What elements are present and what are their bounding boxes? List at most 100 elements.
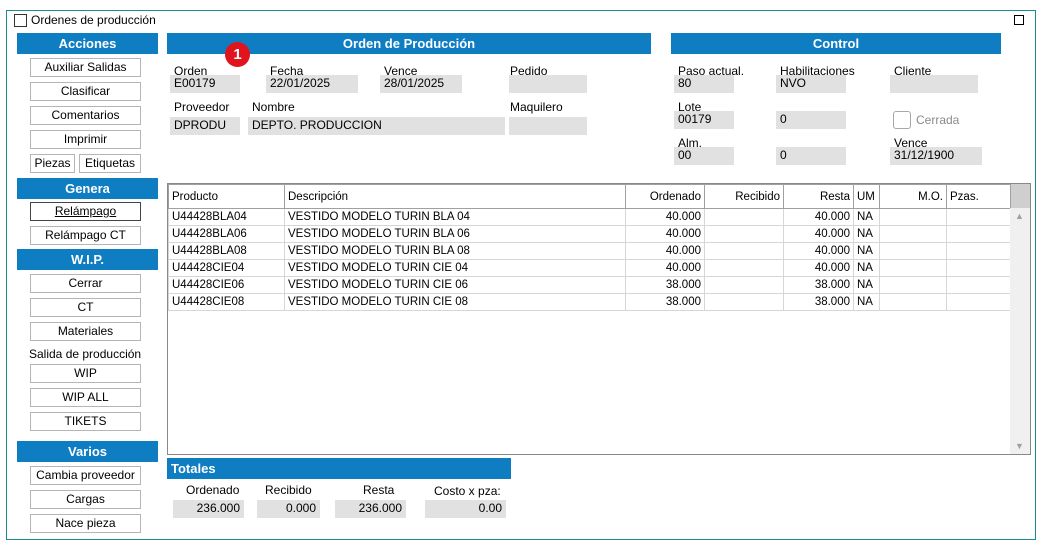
lote-extra-field[interactable]: 0 <box>776 111 846 129</box>
cell-recibido[interactable] <box>704 293 784 311</box>
cell-um[interactable]: NA <box>853 225 880 243</box>
fecha-field[interactable]: 22/01/2025 <box>266 75 358 93</box>
table-row[interactable]: U44428BLA04 VESTIDO MODELO TURIN BLA 04 … <box>168 208 1011 226</box>
cliente-field[interactable] <box>890 75 978 93</box>
table-row[interactable]: U44428BLA06 VESTIDO MODELO TURIN BLA 06 … <box>168 225 1011 243</box>
etiquetas-button[interactable]: Etiquetas <box>79 154 141 173</box>
auxiliar-salidas-button[interactable]: Auxiliar Salidas <box>30 58 141 77</box>
cell-mo[interactable] <box>879 225 947 243</box>
table-row[interactable]: U44428CIE08 VESTIDO MODELO TURIN CIE 08 … <box>168 293 1011 311</box>
cell-resta[interactable]: 38.000 <box>783 293 854 311</box>
production-items-grid[interactable]: Producto Descripción Ordenado Recibido R… <box>167 183 1031 455</box>
cell-recibido[interactable] <box>704 208 784 226</box>
cell-producto[interactable]: U44428CIE06 <box>168 276 285 294</box>
nace-pieza-button[interactable]: Nace pieza <box>30 514 141 533</box>
tikets-button[interactable]: TIKETS <box>30 412 141 431</box>
maximize-icon[interactable] <box>1014 15 1024 25</box>
cell-recibido[interactable] <box>704 225 784 243</box>
col-mo-header[interactable]: M.O. <box>879 184 947 209</box>
alm-extra-field[interactable]: 0 <box>776 147 846 165</box>
cell-recibido[interactable] <box>704 242 784 260</box>
cell-um[interactable]: NA <box>853 208 880 226</box>
maquilero-field[interactable] <box>509 117 587 135</box>
cell-descripcion[interactable]: VESTIDO MODELO TURIN BLA 04 <box>284 208 626 226</box>
total-recibido-field[interactable]: 0.000 <box>257 500 320 518</box>
habilitaciones-field[interactable]: NVO <box>776 75 846 93</box>
table-row[interactable]: U44428CIE04 VESTIDO MODELO TURIN CIE 04 … <box>168 259 1011 277</box>
cell-ordenado[interactable]: 38.000 <box>625 276 705 294</box>
vence-field[interactable]: 28/01/2025 <box>380 75 462 93</box>
cargas-button[interactable]: Cargas <box>30 490 141 509</box>
cerrada-checkbox-box[interactable] <box>893 111 911 129</box>
cell-producto[interactable]: U44428BLA06 <box>168 225 285 243</box>
cell-ordenado[interactable]: 40.000 <box>625 259 705 277</box>
imprimir-button[interactable]: Imprimir <box>30 130 141 149</box>
col-descripcion-header[interactable]: Descripción <box>284 184 626 209</box>
cell-pzas[interactable] <box>946 293 1011 311</box>
window-checkbox[interactable] <box>14 13 27 27</box>
cell-descripcion[interactable]: VESTIDO MODELO TURIN CIE 06 <box>284 276 626 294</box>
cerrar-button[interactable]: Cerrar <box>30 274 141 293</box>
piezas-button[interactable]: Piezas <box>30 154 75 173</box>
col-pzas-header[interactable]: Pzas. <box>946 184 1011 209</box>
cell-mo[interactable] <box>879 259 947 277</box>
comentarios-button[interactable]: Comentarios <box>30 106 141 125</box>
grid-vertical-scrollbar[interactable]: ▲ ▼ <box>1010 208 1030 454</box>
materiales-button[interactable]: Materiales <box>30 322 141 341</box>
col-resta-header[interactable]: Resta <box>783 184 854 209</box>
scroll-up-icon[interactable]: ▲ <box>1015 211 1024 221</box>
scroll-down-icon[interactable]: ▼ <box>1015 441 1024 451</box>
cell-producto[interactable]: U44428BLA04 <box>168 208 285 226</box>
cell-pzas[interactable] <box>946 259 1011 277</box>
total-resta-field[interactable]: 236.000 <box>335 500 406 518</box>
cell-pzas[interactable] <box>946 242 1011 260</box>
pedido-field[interactable] <box>509 75 587 93</box>
alm-field[interactable]: 00 <box>674 147 734 165</box>
cell-pzas[interactable] <box>946 225 1011 243</box>
table-row[interactable]: U44428BLA08 VESTIDO MODELO TURIN BLA 08 … <box>168 242 1011 260</box>
clasificar-button[interactable]: Clasificar <box>30 82 141 101</box>
cell-resta[interactable]: 40.000 <box>783 259 854 277</box>
costo-pza-field[interactable]: 0.00 <box>425 500 506 518</box>
control-vence-field[interactable]: 31/12/1900 <box>890 147 982 165</box>
col-recibido-header[interactable]: Recibido <box>704 184 784 209</box>
cell-um[interactable]: NA <box>853 242 880 260</box>
cell-descripcion[interactable]: VESTIDO MODELO TURIN CIE 08 <box>284 293 626 311</box>
relampago-ct-button[interactable]: Relámpago CT <box>30 226 141 245</box>
cell-recibido[interactable] <box>704 259 784 277</box>
cell-mo[interactable] <box>879 208 947 226</box>
col-producto-header[interactable]: Producto <box>168 184 285 209</box>
cerrada-checkbox[interactable]: Cerrada <box>893 111 959 129</box>
cell-descripcion[interactable]: VESTIDO MODELO TURIN BLA 08 <box>284 242 626 260</box>
cell-descripcion[interactable]: VESTIDO MODELO TURIN BLA 06 <box>284 225 626 243</box>
cell-ordenado[interactable]: 40.000 <box>625 208 705 226</box>
cell-pzas[interactable] <box>946 208 1011 226</box>
cell-um[interactable]: NA <box>853 293 880 311</box>
cell-mo[interactable] <box>879 293 947 311</box>
cell-resta[interactable]: 38.000 <box>783 276 854 294</box>
cell-um[interactable]: NA <box>853 259 880 277</box>
col-um-header[interactable]: UM <box>853 184 880 209</box>
cell-producto[interactable]: U44428CIE08 <box>168 293 285 311</box>
table-row[interactable]: U44428CIE06 VESTIDO MODELO TURIN CIE 06 … <box>168 276 1011 294</box>
nombre-field[interactable]: DEPTO. PRODUCCION <box>248 117 505 135</box>
cell-producto[interactable]: U44428CIE04 <box>168 259 285 277</box>
cell-recibido[interactable] <box>704 276 784 294</box>
paso-actual-field[interactable]: 80 <box>674 75 734 93</box>
cell-ordenado[interactable]: 40.000 <box>625 225 705 243</box>
total-ordenado-field[interactable]: 236.000 <box>173 500 244 518</box>
cell-mo[interactable] <box>879 242 947 260</box>
cell-producto[interactable]: U44428BLA08 <box>168 242 285 260</box>
lote-field[interactable]: 00179 <box>674 111 734 129</box>
cell-mo[interactable] <box>879 276 947 294</box>
wip-all-button[interactable]: WIP ALL <box>30 388 141 407</box>
ct-button[interactable]: CT <box>30 298 141 317</box>
cell-um[interactable]: NA <box>853 276 880 294</box>
col-ordenado-header[interactable]: Ordenado <box>625 184 705 209</box>
cell-ordenado[interactable]: 40.000 <box>625 242 705 260</box>
cell-resta[interactable]: 40.000 <box>783 242 854 260</box>
cell-ordenado[interactable]: 38.000 <box>625 293 705 311</box>
orden-field[interactable]: E00179 <box>170 75 240 93</box>
cell-resta[interactable]: 40.000 <box>783 208 854 226</box>
relampago-button[interactable]: Relámpago <box>30 202 141 221</box>
